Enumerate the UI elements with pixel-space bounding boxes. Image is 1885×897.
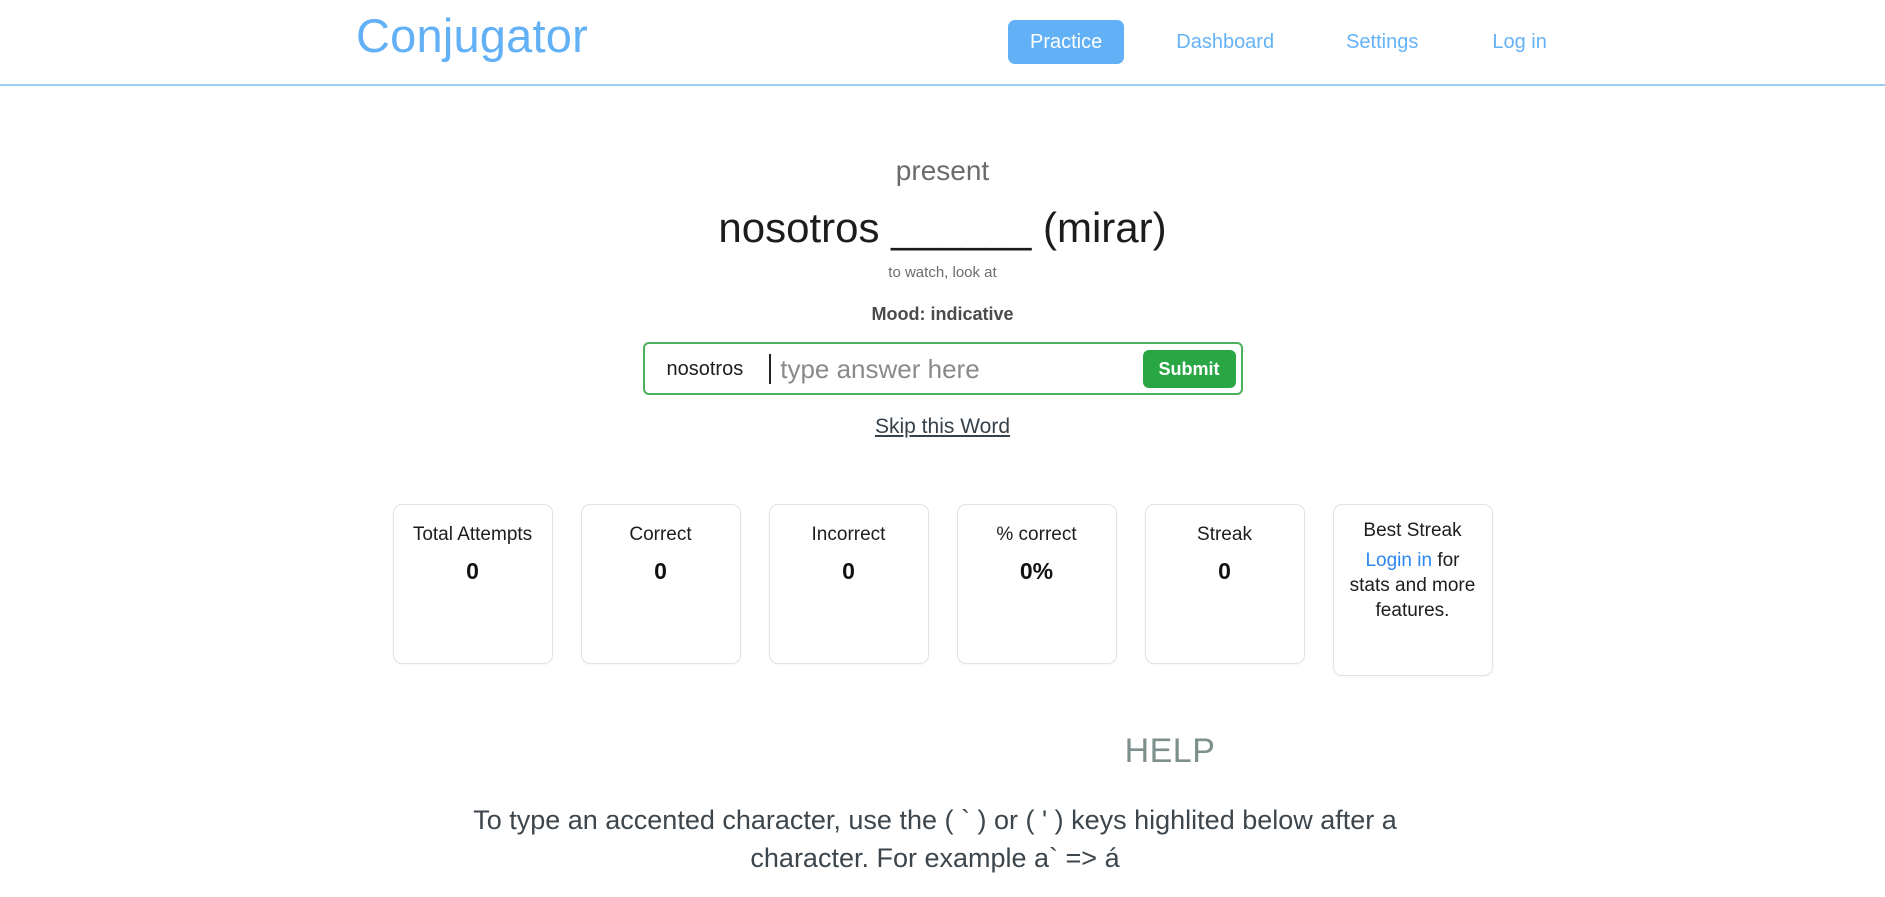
stat-label: Streak: [1197, 524, 1252, 546]
verb-translation: to watch, look at: [888, 263, 997, 281]
nav-item-practice[interactable]: Practice: [1008, 20, 1125, 64]
answer-input[interactable]: type answer here: [769, 344, 1142, 393]
stat-label: Total Attempts: [412, 524, 533, 546]
stat-label: Best Streak: [1363, 520, 1462, 542]
stat-card-incorrect: Incorrect 0: [768, 504, 929, 665]
stats-row: Total Attempts 0 Correct 0 Incorrect 0 %…: [0, 504, 1885, 677]
stat-card-best-streak: Best Streak Login in for stats and more …: [1332, 504, 1493, 677]
stat-label: Correct: [629, 524, 692, 546]
stat-value: 0: [842, 557, 855, 584]
stat-value: 0%: [1019, 557, 1054, 584]
submit-button[interactable]: Submit: [1142, 349, 1236, 389]
brand-logo[interactable]: Conjugator: [356, 12, 588, 59]
mood-label: Mood: indicative: [871, 303, 1014, 324]
help-section: HELP To type an accented character, use …: [0, 731, 1885, 877]
skip-word-link[interactable]: Skip this Word: [875, 415, 1010, 438]
stat-card-percent-correct: % correct 0%: [956, 504, 1117, 665]
help-text: To type an accented character, use the (…: [473, 804, 1397, 873]
help-title: HELP: [1124, 732, 1216, 771]
stat-value: 0: [1218, 557, 1231, 584]
stat-value: 0: [466, 557, 479, 584]
stat-card-streak: Streak 0: [1144, 504, 1305, 665]
nav-item-login[interactable]: Log in: [1470, 20, 1569, 64]
nav-item-dashboard[interactable]: Dashboard: [1154, 20, 1296, 64]
stat-label: Incorrect: [811, 524, 886, 546]
pronoun-prefix-label: nosotros: [666, 357, 744, 380]
conjugation-prompt: nosotros ______ (mirar): [718, 203, 1167, 251]
main-nav: Practice Dashboard Settings Log in: [1008, 20, 1569, 64]
text-caret: [769, 353, 772, 384]
answer-input-group[interactable]: nosotros type answer here Submit: [642, 342, 1243, 396]
answer-placeholder: type answer here: [780, 353, 980, 384]
top-navbar: Conjugator Practice Dashboard Settings L…: [0, 0, 1885, 86]
practice-panel: present nosotros ______ (mirar) to watch…: [0, 86, 1885, 877]
answer-row: nosotros type answer here Submit: [0, 342, 1885, 396]
stat-label: % correct: [996, 524, 1077, 546]
best-streak-note: Login in for stats and more features.: [1344, 548, 1482, 623]
skip-row: Skip this Word: [0, 415, 1885, 439]
login-link[interactable]: Login in: [1365, 550, 1432, 571]
stat-value: 0: [654, 557, 667, 584]
tense-label: present: [895, 155, 990, 186]
nav-item-settings[interactable]: Settings: [1324, 20, 1440, 64]
stat-card-correct: Correct 0: [580, 504, 741, 665]
stat-card-total-attempts: Total Attempts 0: [392, 504, 553, 665]
